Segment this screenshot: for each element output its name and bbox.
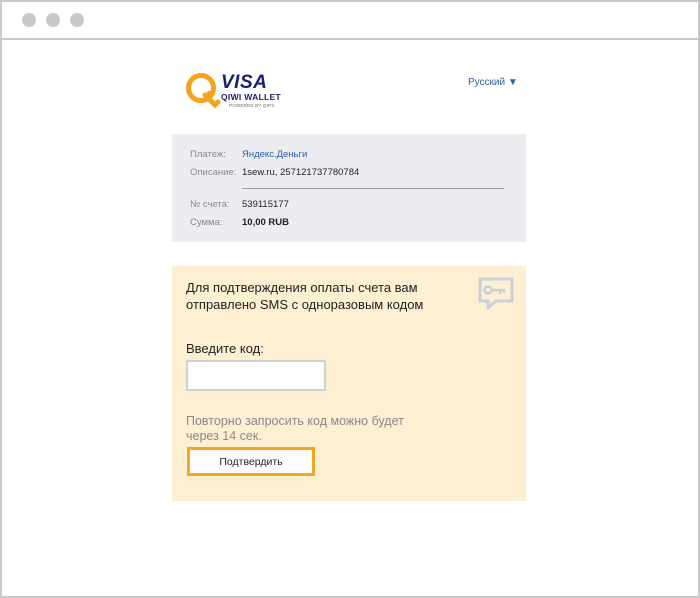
minimize-window-button[interactable] — [46, 13, 60, 27]
payee-label: Платеж: — [190, 149, 226, 160]
visa-qiwi-wallet-logo: VISA QIWI WALLET POWERED BY QIPS — [184, 71, 294, 113]
info-divider — [242, 188, 504, 189]
account-label: № счета: — [190, 199, 230, 210]
payee-value: Яндекс.Деньги — [242, 149, 308, 160]
sms-sent-message: Для подтверждения оплаты счета вам отпра… — [186, 280, 424, 312]
sms-code-input[interactable] — [186, 360, 326, 391]
logo-tagline-text: POWERED BY QIPS — [229, 103, 275, 108]
logo-name-text: QIWI WALLET — [221, 92, 281, 102]
resend-code-notice: Повторно запросить код можно будет через… — [186, 414, 404, 443]
browser-window: VISA QIWI WALLET POWERED BY QIPS Русский… — [0, 0, 700, 598]
sms-key-icon — [478, 277, 514, 310]
page-content: VISA QIWI WALLET POWERED BY QIPS Русский… — [2, 40, 698, 596]
sms-confirmation-panel: Для подтверждения оплаты счета вам отпра… — [172, 266, 526, 501]
title-bar — [2, 2, 698, 40]
code-label: Введите код: — [186, 341, 264, 356]
description-value: 1sew.ru, 257121737780784 — [242, 167, 360, 178]
amount-value: 10,00 RUB — [242, 217, 289, 228]
logo-brand-text: VISA — [221, 72, 268, 93]
amount-label: Сумма: — [190, 217, 223, 228]
description-label: Описание: — [190, 167, 237, 178]
account-value: 539115177 — [242, 199, 289, 210]
close-window-button[interactable] — [22, 13, 36, 27]
qiwi-q-logo-icon — [186, 73, 221, 109]
confirm-button[interactable]: Подтвердить — [187, 447, 315, 476]
payment-info-box: Платеж: Яндекс.Деньги Описание: 1sew.ru,… — [172, 134, 526, 242]
language-selector[interactable]: Русский ▼ — [468, 77, 518, 88]
maximize-window-button[interactable] — [70, 13, 84, 27]
